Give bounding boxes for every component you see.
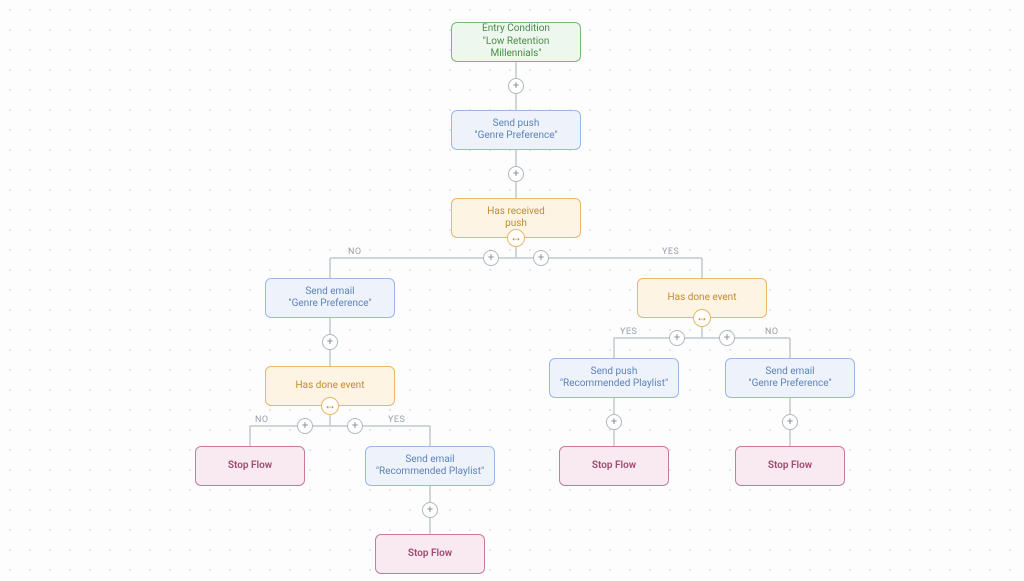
- add-step-button[interactable]: +: [483, 250, 499, 266]
- node-title: Has done event: [668, 292, 737, 305]
- node-title: Has received: [487, 206, 545, 219]
- node-title: Stop Flow: [228, 460, 272, 473]
- node-title: Send push: [493, 118, 540, 131]
- edge-label-no: NO: [765, 327, 779, 337]
- node-entry-condition[interactable]: Entry Condition "Low Retention Millennia…: [451, 22, 581, 62]
- add-step-button[interactable]: +: [508, 166, 524, 182]
- node-title: Send email: [765, 366, 814, 379]
- node-send-push-genre[interactable]: Send push "Genre Preference": [451, 110, 581, 150]
- add-step-button[interactable]: +: [533, 250, 549, 266]
- add-step-button[interactable]: +: [322, 334, 338, 350]
- node-subtitle: "Recommended Playlist": [376, 466, 484, 479]
- node-title: Send push: [591, 366, 638, 379]
- node-title: Stop Flow: [768, 460, 812, 473]
- add-step-button[interactable]: +: [422, 502, 438, 518]
- node-send-email-recommended[interactable]: Send email "Recommended Playlist": [365, 446, 495, 486]
- branch-icon: ↔: [321, 397, 339, 415]
- add-step-button[interactable]: +: [297, 418, 313, 434]
- node-title: Send email: [305, 286, 354, 299]
- branch-icon: ↔: [507, 229, 525, 247]
- edge-label-no: NO: [255, 415, 269, 425]
- edge-label-yes: YES: [388, 415, 405, 425]
- add-step-button[interactable]: +: [669, 330, 685, 346]
- node-subtitle: "Low Retention Millennials": [458, 36, 574, 61]
- add-step-button[interactable]: +: [782, 414, 798, 430]
- node-send-email-genre-left[interactable]: Send email "Genre Preference": [265, 278, 395, 318]
- node-stop-flow[interactable]: Stop Flow: [559, 446, 669, 486]
- node-subtitle: "Genre Preference": [288, 298, 371, 311]
- node-stop-flow[interactable]: Stop Flow: [735, 446, 845, 486]
- add-step-button[interactable]: +: [606, 414, 622, 430]
- node-title: Entry Condition: [482, 23, 550, 36]
- node-send-email-genre-right[interactable]: Send email "Genre Preference": [725, 358, 855, 398]
- node-title: Stop Flow: [592, 460, 636, 473]
- edge-label-no: NO: [348, 247, 362, 257]
- add-step-button[interactable]: +: [508, 78, 524, 94]
- add-step-button[interactable]: +: [347, 418, 363, 434]
- node-subtitle: "Genre Preference": [474, 130, 557, 143]
- node-title: Has done event: [296, 380, 365, 393]
- node-subtitle: "Recommended Playlist": [560, 378, 668, 391]
- node-stop-flow[interactable]: Stop Flow: [375, 534, 485, 574]
- node-stop-flow[interactable]: Stop Flow: [195, 446, 305, 486]
- edge-label-yes: YES: [620, 327, 637, 337]
- node-send-push-recommended[interactable]: Send push "Recommended Playlist": [549, 358, 679, 398]
- node-title: Stop Flow: [408, 548, 452, 561]
- branch-icon: ↔: [693, 309, 711, 327]
- edge-label-yes: YES: [662, 247, 679, 257]
- add-step-button[interactable]: +: [719, 330, 735, 346]
- node-subtitle: "Genre Preference": [748, 378, 831, 391]
- node-title: Send email: [405, 454, 454, 467]
